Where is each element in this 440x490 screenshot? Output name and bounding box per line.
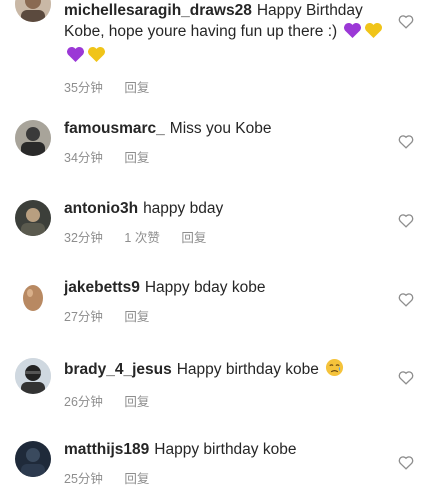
comment-message: Happy birthday kobe (154, 441, 297, 458)
comment-time: 35分钟 (64, 81, 103, 95)
purple-heart-icon (343, 22, 362, 45)
heart-outline-icon[interactable] (398, 455, 416, 471)
heart-outline-icon[interactable] (398, 14, 416, 30)
heart-outline-icon[interactable] (398, 134, 416, 150)
comment-text: jakebetts9 Happy bday kobe (64, 277, 384, 298)
comment-meta: 35分钟 回复 (64, 77, 384, 96)
comment-time: 26分钟 (64, 395, 103, 409)
comment-text: michellesaragih_draws28 Happy Birthday Ko… (64, 0, 384, 69)
yellow-heart-icon (87, 46, 106, 69)
comment-meta: 34分钟 回复 (64, 147, 384, 166)
comment-meta: 26分钟 回复 (64, 391, 384, 410)
comment-meta: 27分钟 回复 (64, 306, 384, 325)
avatar[interactable] (15, 279, 51, 315)
reply-button[interactable]: 回复 (124, 81, 149, 95)
reply-button[interactable]: 回复 (124, 472, 149, 486)
purple-heart-icon (66, 46, 85, 69)
reply-button[interactable]: 回复 (124, 395, 149, 409)
comment-message: Happy birthday kobe (176, 361, 319, 378)
comment-text: famousmarc_ Miss you Kobe (64, 118, 384, 139)
reply-button[interactable]: 回复 (124, 310, 149, 324)
comment-time: 32分钟 (64, 231, 103, 245)
comment-username[interactable]: matthijs189 (64, 441, 149, 458)
comment-username[interactable]: antonio3h (64, 200, 138, 217)
comment-meta: 32分钟 1 次赞 回复 (64, 227, 384, 246)
comment-message: Miss you Kobe (169, 120, 272, 137)
avatar[interactable] (15, 0, 51, 22)
avatar[interactable] (15, 200, 51, 236)
avatar[interactable] (15, 120, 51, 156)
reply-button[interactable]: 回复 (124, 151, 149, 165)
comment-username[interactable]: brady_4_jesus (64, 361, 172, 378)
comment-text: brady_4_jesus Happy birthday kobe (64, 358, 384, 383)
comment-username[interactable]: jakebetts9 (64, 279, 140, 296)
comment-username[interactable]: famousmarc_ (64, 120, 165, 137)
comment-time: 27分钟 (64, 310, 103, 324)
comment-time: 34分钟 (64, 151, 103, 165)
yellow-heart-icon (364, 22, 383, 45)
comment-text: antonio3h happy bday (64, 198, 384, 219)
comment-username[interactable]: michellesaragih_draws28 (64, 2, 252, 19)
comment-message: happy bday (143, 200, 224, 217)
reply-button[interactable]: 回复 (181, 231, 206, 245)
comment-message: Happy bday kobe (144, 279, 266, 296)
avatar[interactable] (15, 358, 51, 394)
heart-outline-icon[interactable] (398, 370, 416, 386)
comment-time: 25分钟 (64, 472, 103, 486)
comment-likes[interactable]: 1 次赞 (124, 231, 159, 245)
comment-text: matthijs189 Happy birthday kobe (64, 439, 384, 460)
heart-outline-icon[interactable] (398, 213, 416, 229)
avatar[interactable] (15, 441, 51, 477)
crying-face-icon (325, 358, 344, 383)
comment-meta: 25分钟 回复 (64, 468, 384, 487)
heart-outline-icon[interactable] (398, 292, 416, 308)
